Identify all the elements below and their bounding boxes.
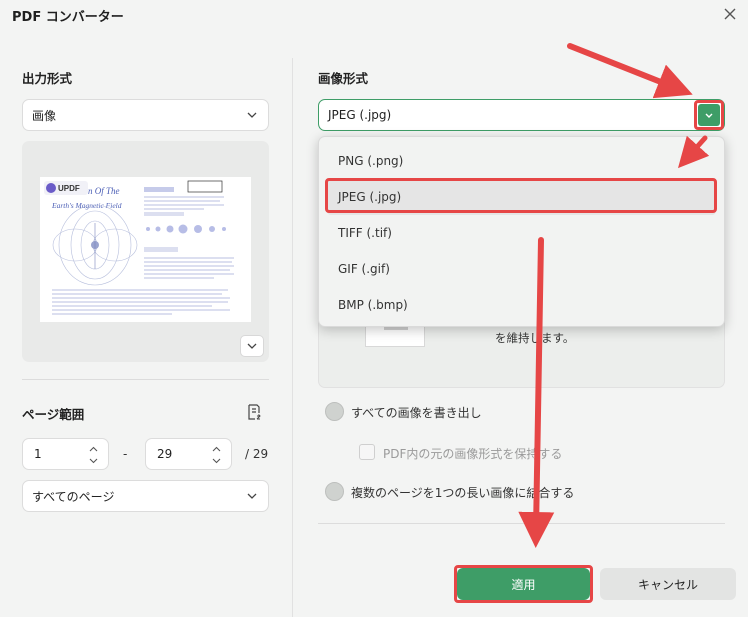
annotation-arrow	[677, 135, 710, 169]
annotation-arrow	[518, 237, 555, 548]
annotation-arrow	[567, 43, 693, 99]
annotation-arrows	[518, 43, 710, 548]
